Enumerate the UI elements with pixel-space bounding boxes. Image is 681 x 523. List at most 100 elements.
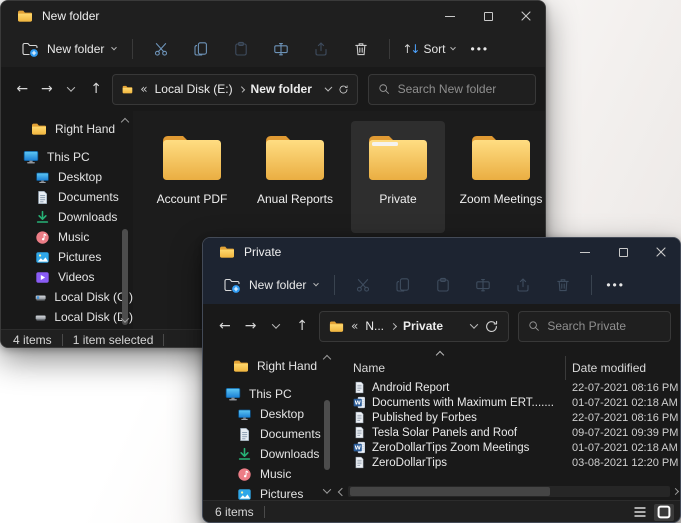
search-input[interactable] [398,82,526,96]
sidebar-item-desktop[interactable]: Desktop [1,167,133,187]
titlebar[interactable]: New folder [1,1,545,31]
scroll-down-icon[interactable] [322,485,330,493]
delete-button[interactable] [343,35,379,63]
new-folder-button[interactable]: New folder [13,35,124,63]
folder-icon [366,131,430,183]
scroll-up-icon[interactable] [322,355,330,363]
maximize-button[interactable] [469,1,507,31]
forward-button[interactable]: → [238,311,264,341]
breadcrumb-drive[interactable]: Local Disk (E:) [155,82,233,96]
rename-button[interactable] [465,271,501,299]
paste-button[interactable] [425,271,461,299]
sidebar-item-local-disk-d[interactable]: Local Disk (D:) [1,307,133,327]
column-header-date-modified[interactable]: Date modified [565,361,680,375]
folder-tile-account-pdf[interactable]: Account PDF [145,121,239,233]
sidebar-item-music[interactable]: Music [203,464,335,484]
column-header-name[interactable]: Name [335,361,565,375]
forward-button[interactable]: → [35,74,60,104]
rename-button[interactable] [263,35,299,63]
see-more-button[interactable]: ••• [606,278,625,292]
sidebar-item-documents[interactable]: Documents [1,187,133,207]
titlebar[interactable]: Private [203,238,680,266]
file-row[interactable]: Documents with Maximum ERT....... 01-07-… [335,395,680,410]
sidebar-item-pictures[interactable]: Pictures [203,484,335,500]
file-row[interactable]: Published by Forbes 22-07-2021 08:16 PM [335,410,680,425]
recent-locations-button[interactable] [59,74,84,104]
file-row[interactable]: ZeroDollarTips 03-08-2021 12:20 PM [335,455,680,470]
sidebar-item-right-hand[interactable]: Right Hand [1,119,133,139]
share-button[interactable] [303,35,339,63]
divider [163,334,164,346]
sidebar-item-this-pc[interactable]: This PC [203,384,335,404]
horizontal-scrollbar[interactable] [339,485,678,498]
refresh-icon[interactable] [484,319,499,334]
sidebar-item-this-pc[interactable]: This PC [1,147,133,167]
address-bar[interactable]: « N... Private [319,311,509,342]
close-button[interactable] [507,1,545,31]
see-more-button[interactable]: ••• [471,42,490,56]
address-dropdown-icon[interactable] [470,320,478,328]
up-button[interactable]: ↑ [84,74,109,104]
disk-icon [35,290,46,305]
recent-locations-button[interactable] [264,311,290,341]
scrollbar-thumb[interactable] [122,229,128,325]
sidebar-item-documents[interactable]: Documents [203,424,335,444]
back-button[interactable]: ← [10,74,35,104]
new-folder-button[interactable]: New folder [215,271,326,299]
sidebar-item-videos[interactable]: Videos [1,267,133,287]
scroll-right-icon[interactable] [672,488,679,495]
sidebar-item-downloads[interactable]: Downloads [1,207,133,227]
minimize-button[interactable] [431,1,469,31]
breadcrumb-folder[interactable]: New folder [251,82,312,96]
minimize-button[interactable] [566,238,604,266]
search-box[interactable] [368,74,536,105]
paste-button[interactable] [223,35,259,63]
cut-button[interactable] [345,271,381,299]
file-row[interactable]: Tesla Solar Panels and Roof 09-07-2021 0… [335,425,680,440]
breadcrumb-parent[interactable]: N... [365,319,384,333]
breadcrumb-overflow[interactable]: « [351,319,358,333]
large-icons-view-button[interactable] [654,504,674,521]
folder-icon [160,131,224,183]
sidebar-item-music[interactable]: Music [1,227,133,247]
share-button[interactable] [505,271,541,299]
folder-tile-anual-reports[interactable]: Anual Reports [248,121,342,233]
maximize-button[interactable] [604,238,642,266]
sidebar-scrollbar[interactable] [119,117,130,325]
sidebar-item-label: Downloads [58,210,117,224]
folder-tile-private[interactable]: Private [351,121,445,233]
sidebar-item-desktop[interactable]: Desktop [203,404,335,424]
breadcrumb-folder[interactable]: Private [403,319,443,333]
copy-button[interactable] [183,35,219,63]
sort-button[interactable]: ↑↓ Sort [402,42,454,56]
back-button[interactable]: ← [212,311,238,341]
cut-button[interactable] [143,35,179,63]
paste-icon [233,41,249,57]
refresh-icon[interactable] [338,82,349,97]
details-view-button[interactable] [630,504,650,521]
copy-button[interactable] [385,271,421,299]
sidebar-item-local-disk-c[interactable]: Local Disk (C:) [1,287,133,307]
sidebar-item-label: Documents [260,427,321,441]
sidebar-item-local-disk-e[interactable]: Local Disk (E:) [1,327,133,329]
sidebar-scrollbar[interactable] [321,354,332,496]
sidebar-item-downloads[interactable]: Downloads [203,444,335,464]
close-button[interactable] [642,238,680,266]
search-box[interactable] [518,311,671,342]
address-bar[interactable]: « Local Disk (E:) New folder [112,74,358,105]
sidebar-item-pictures[interactable]: Pictures [1,247,133,267]
address-dropdown-icon[interactable] [324,84,332,92]
sidebar-item-right-hand[interactable]: Right Hand [203,356,335,376]
scroll-left-icon[interactable] [338,487,346,495]
breadcrumb-overflow[interactable]: « [140,82,147,96]
scrollbar-thumb[interactable] [324,400,330,470]
file-row[interactable]: Android Report 22-07-2021 08:16 PM [335,380,680,395]
delete-button[interactable] [545,271,581,299]
folder-tile-zoom-meetings[interactable]: Zoom Meetings [454,121,546,233]
scrollbar-thumb[interactable] [350,487,550,496]
up-button[interactable]: ↑ [289,311,315,341]
scroll-up-icon[interactable] [120,118,128,126]
column-divider[interactable] [565,356,566,380]
search-input[interactable] [547,319,661,333]
file-row[interactable]: ZeroDollarTips Zoom Meetings 01-07-2021 … [335,440,680,455]
